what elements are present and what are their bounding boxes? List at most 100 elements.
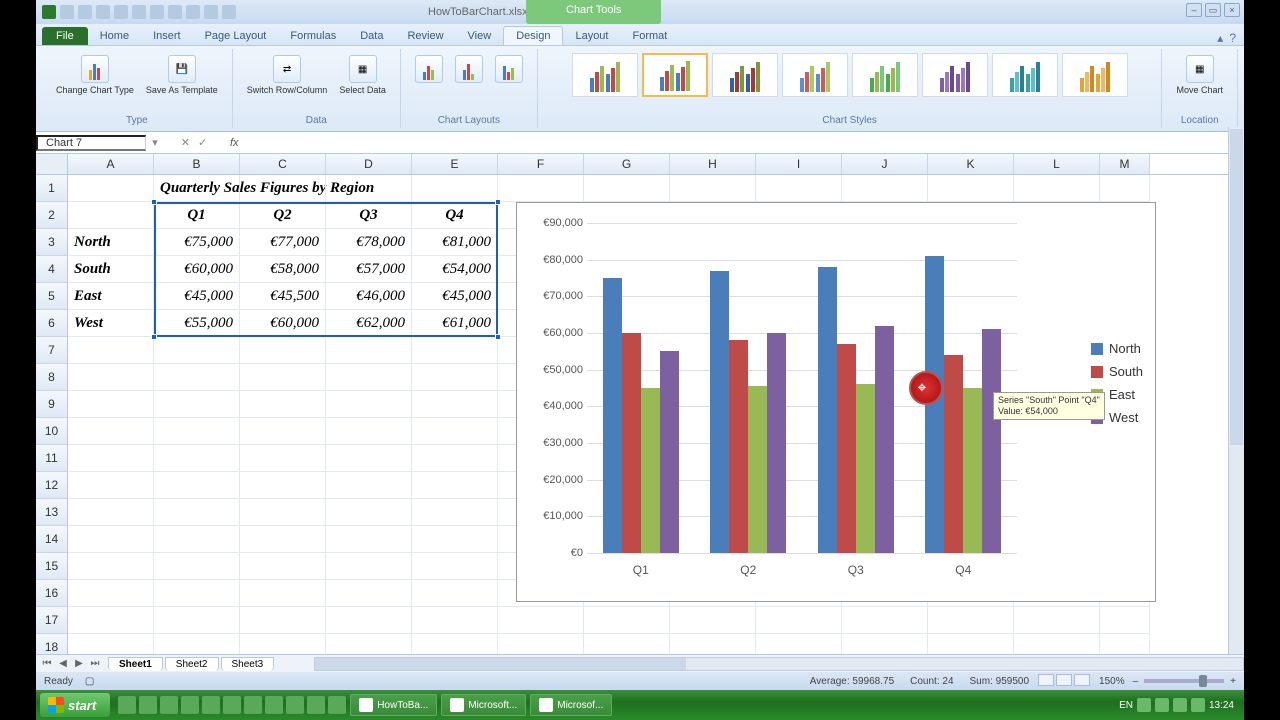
cell-D14[interactable]: [326, 526, 412, 553]
cell-E10[interactable]: [412, 418, 498, 445]
formula-input[interactable]: [245, 137, 1226, 149]
system-tray[interactable]: EN 13:24: [1119, 698, 1240, 712]
cell-A2[interactable]: [68, 202, 154, 229]
chart-style-2[interactable]: [642, 53, 708, 97]
bar-West-Q4[interactable]: [982, 329, 1001, 553]
help-icon[interactable]: ?: [1229, 31, 1236, 45]
lang-indicator[interactable]: EN: [1119, 700, 1133, 711]
col-header-H[interactable]: H: [670, 154, 756, 174]
zoom-level[interactable]: 150%: [1099, 676, 1125, 687]
cell-D11[interactable]: [326, 445, 412, 472]
cell-K1[interactable]: [928, 175, 1014, 202]
bar-East-Q2[interactable]: [748, 386, 767, 553]
name-box[interactable]: [36, 135, 146, 151]
chart-layout-2[interactable]: [451, 53, 487, 85]
cell-C2[interactable]: Q2: [240, 202, 326, 229]
cell-I1[interactable]: [756, 175, 842, 202]
select-data-button[interactable]: ▦Select Data: [335, 53, 390, 97]
cell-A6[interactable]: West: [68, 310, 154, 337]
row-header-3[interactable]: 3: [36, 229, 68, 256]
enter-formula-icon[interactable]: ✓: [198, 136, 207, 149]
cell-C3[interactable]: €77,000: [240, 229, 326, 256]
cell-E14[interactable]: [412, 526, 498, 553]
cell-B9[interactable]: [154, 391, 240, 418]
cell-D1[interactable]: [326, 175, 412, 202]
quick-launch[interactable]: [118, 696, 346, 714]
row-header-2[interactable]: 2: [36, 202, 68, 229]
bar-East-Q3[interactable]: [856, 384, 875, 553]
legend-item-North[interactable]: North: [1091, 341, 1143, 356]
worksheet-grid[interactable]: ABCDEFGHIJKLM 12345678910111213141516171…: [36, 154, 1244, 664]
row-header-13[interactable]: 13: [36, 499, 68, 526]
cell-E5[interactable]: €45,000: [412, 283, 498, 310]
chart-layout-3[interactable]: [491, 53, 527, 85]
cell-D17[interactable]: [326, 607, 412, 634]
cell-C15[interactable]: [240, 553, 326, 580]
cell-B4[interactable]: €60,000: [154, 256, 240, 283]
cell-B16[interactable]: [154, 580, 240, 607]
row-header-8[interactable]: 8: [36, 364, 68, 391]
cell-A3[interactable]: North: [68, 229, 154, 256]
cell-M17[interactable]: [1100, 607, 1150, 634]
cell-E12[interactable]: [412, 472, 498, 499]
col-header-L[interactable]: L: [1014, 154, 1100, 174]
row-header-15[interactable]: 15: [36, 553, 68, 580]
chart-style-4[interactable]: [782, 53, 848, 97]
bar-East-Q1[interactable]: [641, 388, 660, 553]
cell-A8[interactable]: [68, 364, 154, 391]
cell-E4[interactable]: €54,000: [412, 256, 498, 283]
cell-D5[interactable]: €46,000: [326, 283, 412, 310]
cell-D12[interactable]: [326, 472, 412, 499]
view-buttons[interactable]: [1037, 674, 1091, 689]
tab-home[interactable]: Home: [88, 27, 141, 45]
tab-data[interactable]: Data: [348, 27, 395, 45]
cell-J1[interactable]: [842, 175, 928, 202]
cell-B2[interactable]: Q1: [154, 202, 240, 229]
cell-L17[interactable]: [1014, 607, 1100, 634]
row-header-16[interactable]: 16: [36, 580, 68, 607]
row-header-14[interactable]: 14: [36, 526, 68, 553]
zoom-out-button[interactable]: –: [1133, 676, 1139, 687]
cell-C13[interactable]: [240, 499, 326, 526]
cell-E7[interactable]: [412, 337, 498, 364]
cell-B10[interactable]: [154, 418, 240, 445]
cell-D3[interactable]: €78,000: [326, 229, 412, 256]
task-item-2[interactable]: Microsoft...: [441, 694, 526, 716]
tab-page-layout[interactable]: Page Layout: [193, 27, 279, 45]
minimize-button[interactable]: –: [1186, 3, 1202, 17]
bar-North-Q2[interactable]: [710, 271, 729, 553]
cell-E8[interactable]: [412, 364, 498, 391]
task-item-3[interactable]: Microsof...: [530, 694, 612, 716]
tab-file[interactable]: File: [42, 27, 88, 45]
cell-C7[interactable]: [240, 337, 326, 364]
cell-D4[interactable]: €57,000: [326, 256, 412, 283]
cell-C11[interactable]: [240, 445, 326, 472]
cell-E9[interactable]: [412, 391, 498, 418]
bar-North-Q3[interactable]: [818, 267, 837, 553]
zoom-in-button[interactable]: +: [1230, 676, 1236, 687]
col-header-E[interactable]: E: [412, 154, 498, 174]
cell-G1[interactable]: [584, 175, 670, 202]
cell-C14[interactable]: [240, 526, 326, 553]
cell-E11[interactable]: [412, 445, 498, 472]
sheet-tab-3[interactable]: Sheet3: [221, 657, 275, 671]
cell-C8[interactable]: [240, 364, 326, 391]
row-header-17[interactable]: 17: [36, 607, 68, 634]
sheet-tab-2[interactable]: Sheet2: [165, 657, 219, 671]
tab-layout[interactable]: Layout: [563, 27, 620, 45]
cell-B6[interactable]: €55,000: [154, 310, 240, 337]
cell-E15[interactable]: [412, 553, 498, 580]
cell-I17[interactable]: [756, 607, 842, 634]
name-box-dropdown[interactable]: ▾: [146, 136, 164, 149]
zoom-slider[interactable]: [1144, 679, 1224, 683]
chart-layout-1[interactable]: [411, 53, 447, 85]
sheet-tab-1[interactable]: Sheet1: [108, 657, 163, 671]
chart-style-8[interactable]: [1062, 53, 1128, 97]
bar-West-Q3[interactable]: [875, 326, 894, 553]
cell-A4[interactable]: South: [68, 256, 154, 283]
cell-E1[interactable]: [412, 175, 498, 202]
cell-A10[interactable]: [68, 418, 154, 445]
cell-M1[interactable]: [1100, 175, 1150, 202]
legend-item-South[interactable]: South: [1091, 364, 1143, 379]
cell-B3[interactable]: €75,000: [154, 229, 240, 256]
